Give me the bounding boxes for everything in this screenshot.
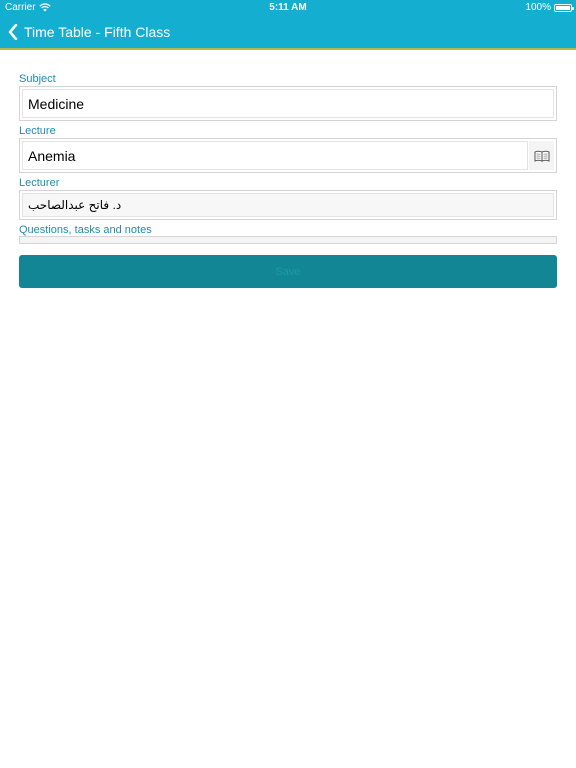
save-button[interactable]: Save [19,255,557,288]
battery-percent: 100% [525,2,551,13]
notes-label: Questions, tasks and notes [19,224,152,236]
notes-input[interactable] [19,236,557,244]
battery-group: 100% [525,2,574,13]
lecturer-label: Lecturer [19,177,60,189]
lecture-lookup-button[interactable] [529,141,554,170]
lecturer-input[interactable]: د. فاتح عبدالصاحب [22,193,554,217]
back-button[interactable]: Time Table - Fifth Class [8,16,170,48]
navigation-bar: Time Table - Fifth Class [0,16,576,50]
lecture-field: Anemia [19,138,557,173]
lecturer-field: د. فاتح عبدالصاحب [19,190,557,220]
page-title: Time Table - Fifth Class [24,24,171,40]
book-icon [534,150,549,162]
status-bar: Carrier 5:11 AM 100% [0,0,576,16]
subject-label: Subject [19,73,56,85]
chevron-left-icon [8,24,18,40]
status-time: 5:11 AM [269,2,307,13]
lecture-label: Lecture [19,125,56,137]
subject-field: Medicine [19,86,557,121]
battery-icon [554,3,574,12]
subject-input[interactable]: Medicine [22,89,554,118]
lecture-input[interactable]: Anemia [22,141,528,170]
